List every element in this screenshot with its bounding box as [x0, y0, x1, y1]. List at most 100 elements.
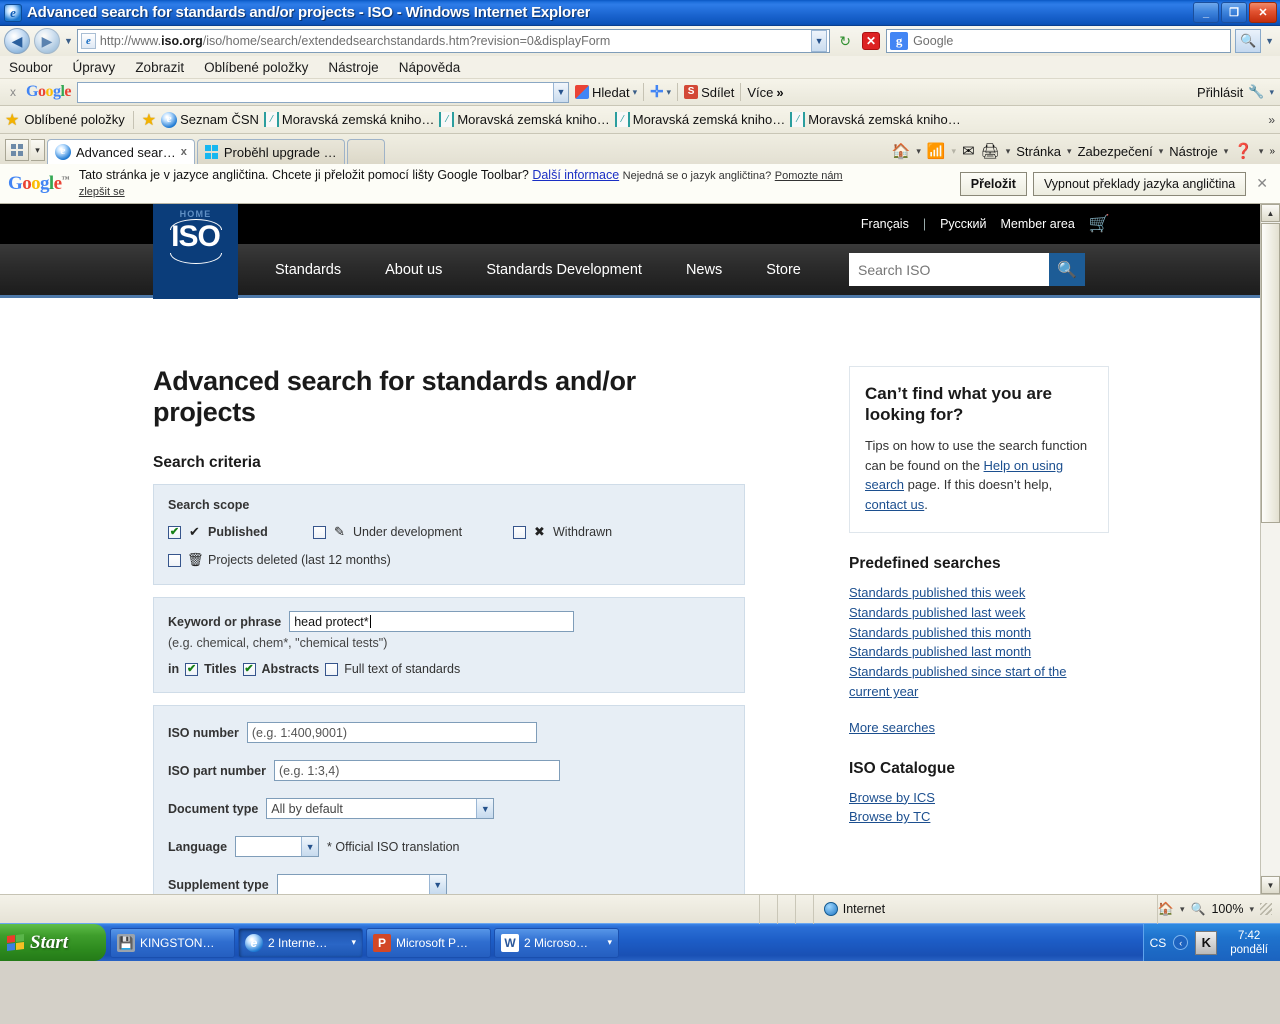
more-searches-link[interactable]: More searches — [849, 718, 1109, 738]
chevron-down-icon[interactable]: ▾ — [667, 87, 672, 98]
resize-grip[interactable] — [1260, 903, 1272, 915]
zoom-icon[interactable]: 🔍 — [1191, 902, 1206, 916]
signin-label[interactable]: Přihlásit — [1197, 85, 1243, 100]
clock[interactable]: 7:42 pondělí — [1224, 929, 1274, 957]
keyword-input[interactable]: head protect* — [289, 611, 575, 632]
favorites-star-icon[interactable]: ★ — [5, 110, 19, 130]
menu-item-oblibene-polozky[interactable]: Oblíbené položky — [201, 59, 311, 76]
command-security-label[interactable]: Zabezpečení — [1078, 144, 1153, 159]
forward-button[interactable]: ▶ — [34, 28, 60, 54]
google-toolbar-more-button[interactable]: Více » — [747, 85, 783, 100]
help-icon[interactable]: ❓ — [1234, 142, 1253, 160]
checkbox-abstracts[interactable] — [242, 662, 256, 676]
chevron-down-icon[interactable]: ▾ — [1259, 146, 1264, 157]
link-russian[interactable]: Русский — [940, 217, 986, 231]
search-provider-chevron-icon[interactable]: ▼ — [1265, 36, 1274, 46]
translate-button[interactable]: Přeložit — [959, 171, 1027, 196]
tab-list-chevron-icon[interactable]: ▾ — [31, 139, 45, 161]
command-overflow-icon[interactable]: » — [1269, 146, 1275, 157]
checkbox-titles[interactable] — [185, 662, 199, 676]
back-button[interactable]: ◀ — [4, 28, 30, 54]
chevron-down-icon[interactable]: ▾ — [1249, 904, 1254, 915]
chevron-down-icon[interactable]: ▾ — [1224, 146, 1229, 157]
printer-icon[interactable]: 🖨 — [981, 142, 1000, 160]
nav-item-standards-development[interactable]: Standards Development — [486, 262, 642, 278]
url-input[interactable]: e http://www.iso.org/iso/home/search/ext… — [76, 29, 831, 53]
iso-search-input[interactable] — [849, 253, 1049, 286]
document-type-select[interactable]: All by default ▼ — [266, 798, 495, 819]
refresh-button[interactable]: ↻ — [834, 30, 856, 52]
checkbox-published[interactable] — [168, 525, 181, 539]
rss-icon[interactable]: 📶 — [927, 142, 946, 160]
scroll-down-button[interactable]: ▼ — [1261, 876, 1280, 894]
browse-by-tc-link[interactable]: Browse by TC — [849, 807, 1109, 827]
nav-item-standards[interactable]: Standards — [275, 262, 341, 278]
scope-option-under-development[interactable]: ✎ Under development — [313, 524, 513, 540]
nav-item-about-us[interactable]: About us — [385, 262, 442, 278]
language-select[interactable]: ▼ — [235, 836, 320, 857]
chevron-down-icon[interactable]: ▼ — [428, 875, 446, 894]
scrollbar-track[interactable] — [1261, 523, 1280, 875]
language-indicator[interactable]: CS — [1150, 936, 1167, 950]
google-toolbar-search-dropdown-icon[interactable]: ▼ — [553, 82, 569, 102]
mail-icon[interactable]: ✉ — [962, 142, 975, 160]
security-zone[interactable]: Internet — [814, 894, 1158, 924]
scope-option-withdrawn[interactable]: ✖ Withdrawn — [513, 524, 612, 540]
chevron-down-icon[interactable]: ▾ — [916, 146, 921, 157]
google-toolbar-share-button[interactable]: S Sdílet — [684, 85, 734, 100]
menu-item-napoveda[interactable]: Nápověda — [396, 59, 464, 76]
start-button[interactable]: Start — [0, 924, 106, 961]
more-info-link[interactable]: Další informace — [532, 168, 619, 182]
iso-logo[interactable]: HOME ISO — [153, 204, 238, 299]
favorite-item-mzk-2[interactable]: / Moravská zemská kniho… — [439, 112, 610, 127]
taskbar-item-internet-explorer[interactable]: e 2 Interne… ▾ — [238, 927, 363, 958]
chevron-down-icon[interactable]: ▼ — [476, 799, 494, 818]
checkbox-projects-deleted[interactable] — [168, 553, 181, 567]
home-icon[interactable]: 🏠 — [892, 142, 911, 160]
command-page-label[interactable]: Stránka — [1016, 144, 1061, 159]
chevron-down-icon[interactable]: ▾ — [1180, 904, 1185, 915]
checkbox-withdrawn[interactable] — [513, 525, 526, 539]
predefined-link-current-year[interactable]: Standards published since start of the c… — [849, 662, 1109, 702]
cart-icon[interactable]: 🛒 — [1089, 214, 1110, 234]
new-tab-button[interactable] — [346, 139, 385, 164]
vertical-scrollbar[interactable]: ▲ ▼ — [1260, 204, 1280, 894]
favorites-label[interactable]: Oblíbené položky — [24, 112, 124, 127]
menu-item-soubor[interactable]: Soubor — [6, 59, 56, 76]
predefined-link-last-month[interactable]: Standards published last month — [849, 642, 1109, 662]
stop-button[interactable]: ✕ — [860, 30, 882, 52]
browser-search-input[interactable]: g Google — [886, 29, 1232, 53]
chevron-down-icon[interactable]: ▾ — [1159, 146, 1164, 157]
quick-tabs-icon[interactable] — [5, 139, 29, 161]
chevron-down-icon[interactable]: ▾ — [1006, 146, 1011, 157]
taskbar-item-powerpoint[interactable]: P Microsoft P… — [366, 927, 491, 958]
keyboard-icon[interactable]: K — [1195, 930, 1218, 955]
maximize-button[interactable]: ❐ — [1221, 2, 1247, 23]
wrench-icon[interactable]: 🔧 — [1248, 84, 1264, 100]
nav-item-store[interactable]: Store — [766, 262, 801, 278]
zoom-level[interactable]: 100% — [1211, 902, 1243, 916]
chevron-down-icon[interactable]: ▼ — [301, 837, 319, 856]
contact-us-link[interactable]: contact us — [865, 497, 924, 512]
menu-item-upravy[interactable]: Úpravy — [70, 59, 119, 76]
scope-option-published[interactable]: ✔ Published — [168, 524, 313, 540]
add-favorite-icon[interactable]: ★ — [142, 110, 156, 130]
help-us-link[interactable]: Pomozte nám — [775, 170, 843, 182]
nav-item-news[interactable]: News — [686, 262, 722, 278]
taskbar-item-word[interactable]: W 2 Microso… ▾ — [494, 927, 619, 958]
tray-expand-icon[interactable]: ‹ — [1173, 935, 1189, 950]
link-member-area[interactable]: Member area — [1000, 217, 1074, 231]
url-dropdown-icon[interactable]: ▼ — [811, 30, 828, 52]
tab-advanced-search[interactable]: e Advanced sear… x — [47, 139, 195, 164]
predefined-link-this-week[interactable]: Standards published this week — [849, 583, 1109, 603]
close-icon[interactable]: x — [181, 146, 187, 158]
scrollbar-thumb[interactable] — [1261, 223, 1280, 523]
chevron-down-icon[interactable]: ▾ — [351, 937, 356, 948]
chevron-down-icon[interactable]: ▾ — [633, 87, 638, 98]
iso-number-input[interactable]: (e.g. 1:400,9001) — [246, 722, 537, 743]
taskbar-item-kingston[interactable]: 💾 KINGSTON… — [110, 927, 235, 958]
recent-pages-chevron-icon[interactable]: ▼ — [64, 36, 73, 46]
disable-translation-button[interactable]: Vypnout překlady jazyka angličtina — [1032, 171, 1247, 196]
chevron-down-icon[interactable]: ▾ — [1269, 87, 1274, 98]
iso-part-number-input[interactable]: (e.g. 1:3,4) — [273, 760, 560, 781]
